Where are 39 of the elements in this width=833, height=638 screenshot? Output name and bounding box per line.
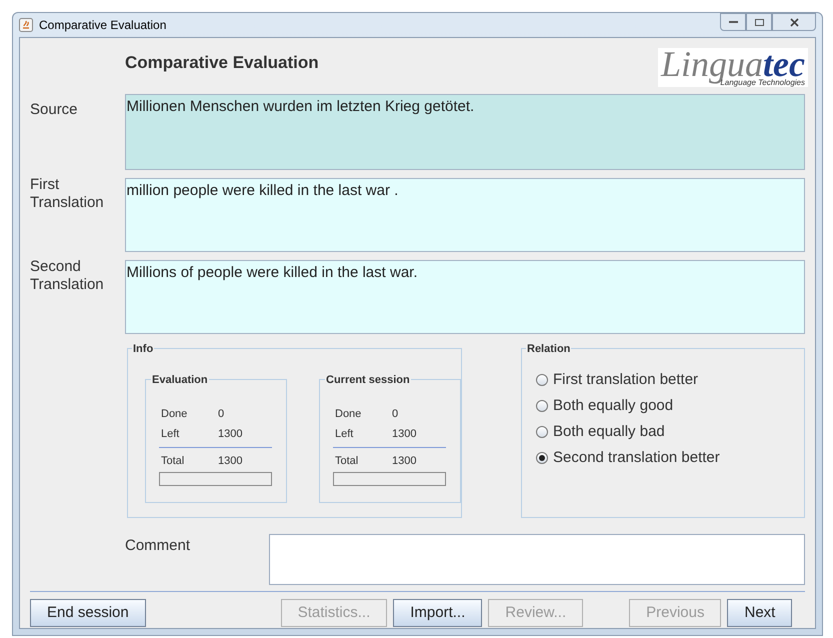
stat-label: Done — [161, 406, 188, 422]
stat-label: Left — [335, 426, 354, 442]
radio-button[interactable] — [536, 452, 548, 464]
button[interactable]: Next — [727, 599, 792, 627]
stat-value: 0 — [218, 406, 224, 422]
translation-text-box[interactable]: Millions of people were killed in the last war. — [124, 260, 805, 334]
stat-value: 1300 — [218, 454, 242, 469]
field-label: First Translation — [30, 176, 105, 212]
button[interactable]: End session — [30, 599, 146, 627]
stat-value: 1300 — [392, 454, 416, 469]
comment-field[interactable] — [269, 534, 805, 585]
stat-value: 1300 — [218, 426, 242, 442]
logo: Linguatec Language Technologies — [658, 48, 808, 87]
field-label: Second Translation — [30, 258, 105, 294]
page-heading: Comparative Evaluation — [125, 52, 319, 74]
option-label[interactable]: Both equally good — [553, 394, 674, 418]
option-label[interactable]: First translation better — [553, 368, 698, 392]
stat-label: Total — [161, 454, 186, 469]
window-title: Comparative Evaluation — [39, 17, 166, 34]
radio-button[interactable] — [536, 426, 548, 438]
app-icon — [19, 18, 33, 32]
radio-button[interactable] — [536, 374, 548, 386]
stat-value: 0 — [392, 406, 398, 422]
stat-label: Total — [335, 454, 360, 469]
translation-text-box[interactable]: million people were killed in the last war . — [124, 178, 805, 252]
option-label[interactable]: Both equally bad — [553, 420, 665, 444]
maximize-button[interactable] — [746, 13, 772, 31]
radio-button[interactable] — [536, 400, 548, 412]
stat-label: Done — [335, 406, 362, 422]
close-icon — [790, 18, 798, 26]
comment-label: Comment — [125, 536, 192, 556]
source-text-box[interactable]: Millionen Menschen wurden im letzten Krieg getötet. — [124, 94, 805, 170]
minimize-button[interactable] — [720, 13, 746, 31]
stat-label: Left — [161, 426, 180, 442]
field-label: Source — [30, 101, 79, 119]
option-label[interactable]: Second translation better — [553, 446, 720, 470]
button[interactable]: Import... — [393, 599, 482, 627]
close-button[interactable] — [772, 13, 816, 31]
stat-value: 1300 — [392, 426, 416, 442]
